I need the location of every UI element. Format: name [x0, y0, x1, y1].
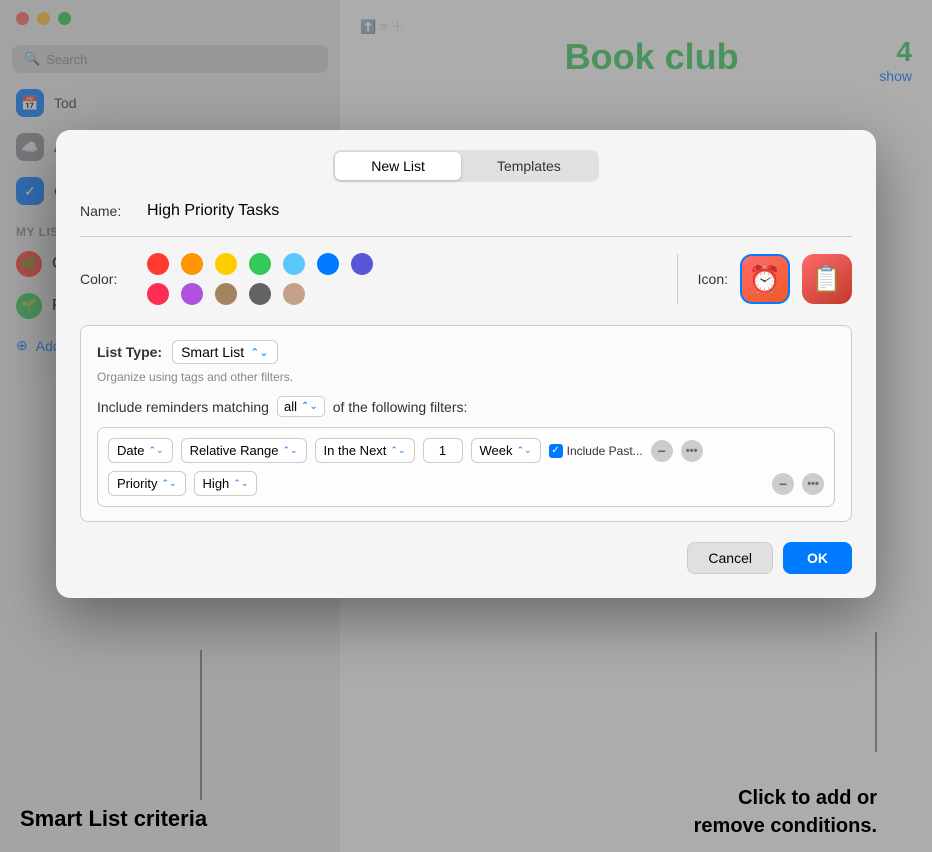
color-purple[interactable]	[351, 253, 373, 275]
icon-section: Icon: ⏰ 📋	[677, 254, 852, 304]
list-type-select[interactable]: Smart List ⌃⌄	[172, 340, 277, 364]
match-chevron-icon: ⌃⌄	[301, 401, 318, 412]
annotation-click-to-add: Click to add or remove conditions.	[694, 784, 877, 840]
filter-field-priority[interactable]: Priority ⌃⌄	[108, 471, 186, 496]
match-value: all	[284, 399, 297, 414]
more-filter-button-priority[interactable]: •••	[802, 473, 824, 495]
more-filter-button-date[interactable]: •••	[681, 440, 703, 462]
match-select[interactable]: all ⌃⌄	[277, 396, 325, 417]
new-smart-list-dialog: New List Templates Name: Color:	[56, 130, 876, 598]
color-blue[interactable]	[317, 253, 339, 275]
color-brown[interactable]	[215, 283, 237, 305]
filter-modifier-chevron-icon: ⌃⌄	[390, 445, 405, 456]
match-label-post: of the following filters:	[333, 399, 468, 415]
color-light-blue[interactable]	[283, 253, 305, 275]
list-type-desc: Organize using tags and other filters.	[97, 370, 835, 384]
filter-row-priority: Priority ⌃⌄ High ⌃⌄ − •••	[108, 471, 824, 496]
cancel-button[interactable]: Cancel	[687, 542, 773, 574]
filter-field-date[interactable]: Date ⌃⌄	[108, 438, 173, 463]
annotation-smart-list-criteria: Smart List criteria	[20, 806, 207, 832]
dialog-tab-bar: New List Templates	[80, 150, 852, 182]
filter-rows-container: Date ⌃⌄ Relative Range ⌃⌄ In the Next ⌃⌄…	[97, 427, 835, 507]
include-past-label: Include Past...	[567, 444, 643, 458]
remove-filter-button-date[interactable]: −	[651, 440, 673, 462]
remove-filter-button-priority[interactable]: −	[772, 473, 794, 495]
name-divider	[80, 236, 852, 237]
filters-label-row: Include reminders matching all ⌃⌄ of the…	[97, 396, 835, 417]
filter-modifier-in-next[interactable]: In the Next ⌃⌄	[315, 438, 415, 463]
filter-operator-high-label: High	[203, 476, 230, 491]
chevron-updown-icon: ⌃⌄	[250, 346, 268, 359]
modal-overlay: New List Templates Name: Color:	[0, 0, 932, 852]
dialog-buttons: Cancel OK	[80, 542, 852, 574]
filter-operator-label: Relative Range	[190, 443, 279, 458]
list-type-label: List Type:	[97, 344, 162, 360]
filter-field-priority-chevron-icon: ⌃⌄	[161, 478, 176, 489]
name-input[interactable]	[147, 202, 852, 220]
annotation-line-left	[200, 650, 202, 800]
list-type-row: List Type: Smart List ⌃⌄	[97, 340, 835, 364]
filter-operator-relative-range[interactable]: Relative Range ⌃⌄	[181, 438, 307, 463]
list-type-section: List Type: Smart List ⌃⌄ Organize using …	[80, 325, 852, 522]
list-type-value: Smart List	[181, 344, 244, 360]
color-orange[interactable]	[181, 253, 203, 275]
annotation-click-text: Click to add or remove conditions.	[694, 787, 877, 837]
icon-label: Icon:	[698, 271, 728, 287]
filter-value-input[interactable]	[423, 438, 463, 463]
filter-unit-week[interactable]: Week ⌃⌄	[471, 438, 541, 463]
match-label-pre: Include reminders matching	[97, 399, 269, 415]
filter-unit-chevron-icon: ⌃⌄	[517, 445, 532, 456]
name-row: Name:	[80, 202, 852, 220]
name-label: Name:	[80, 203, 135, 219]
ok-button[interactable]: OK	[783, 542, 852, 574]
filter-operator-high-chevron-icon: ⌃⌄	[233, 478, 248, 489]
filter-row-date: Date ⌃⌄ Relative Range ⌃⌄ In the Next ⌃⌄…	[108, 438, 824, 463]
color-yellow[interactable]	[215, 253, 237, 275]
icon-list[interactable]: 📋	[802, 254, 852, 304]
filter-operator-high[interactable]: High ⌃⌄	[194, 471, 258, 496]
filter-unit-label: Week	[480, 443, 513, 458]
color-label: Color:	[80, 271, 135, 287]
filter-operator-chevron-icon: ⌃⌄	[282, 445, 297, 456]
checkbox-icon: ✓	[549, 444, 563, 458]
color-violet[interactable]	[181, 283, 203, 305]
color-pink[interactable]	[147, 283, 169, 305]
include-past-checkbox[interactable]: ✓ Include Past...	[549, 444, 643, 458]
color-dark-gray[interactable]	[249, 283, 271, 305]
color-part: Color:	[80, 253, 677, 305]
annotation-line-right	[875, 632, 877, 752]
tab-group: New List Templates	[333, 150, 599, 182]
filter-field-chevron-icon: ⌃⌄	[148, 445, 163, 456]
filter-modifier-label: In the Next	[324, 443, 387, 458]
color-icon-row: Color: Icon: ⏰	[80, 253, 852, 305]
color-swatches	[147, 253, 377, 305]
filter-field-priority-label: Priority	[117, 476, 157, 491]
color-tan[interactable]	[283, 283, 305, 305]
icon-clock[interactable]: ⏰	[740, 254, 790, 304]
filter-field-date-label: Date	[117, 443, 144, 458]
color-red[interactable]	[147, 253, 169, 275]
tab-new-list[interactable]: New List	[335, 152, 461, 180]
tab-templates[interactable]: Templates	[461, 152, 597, 180]
color-green[interactable]	[249, 253, 271, 275]
